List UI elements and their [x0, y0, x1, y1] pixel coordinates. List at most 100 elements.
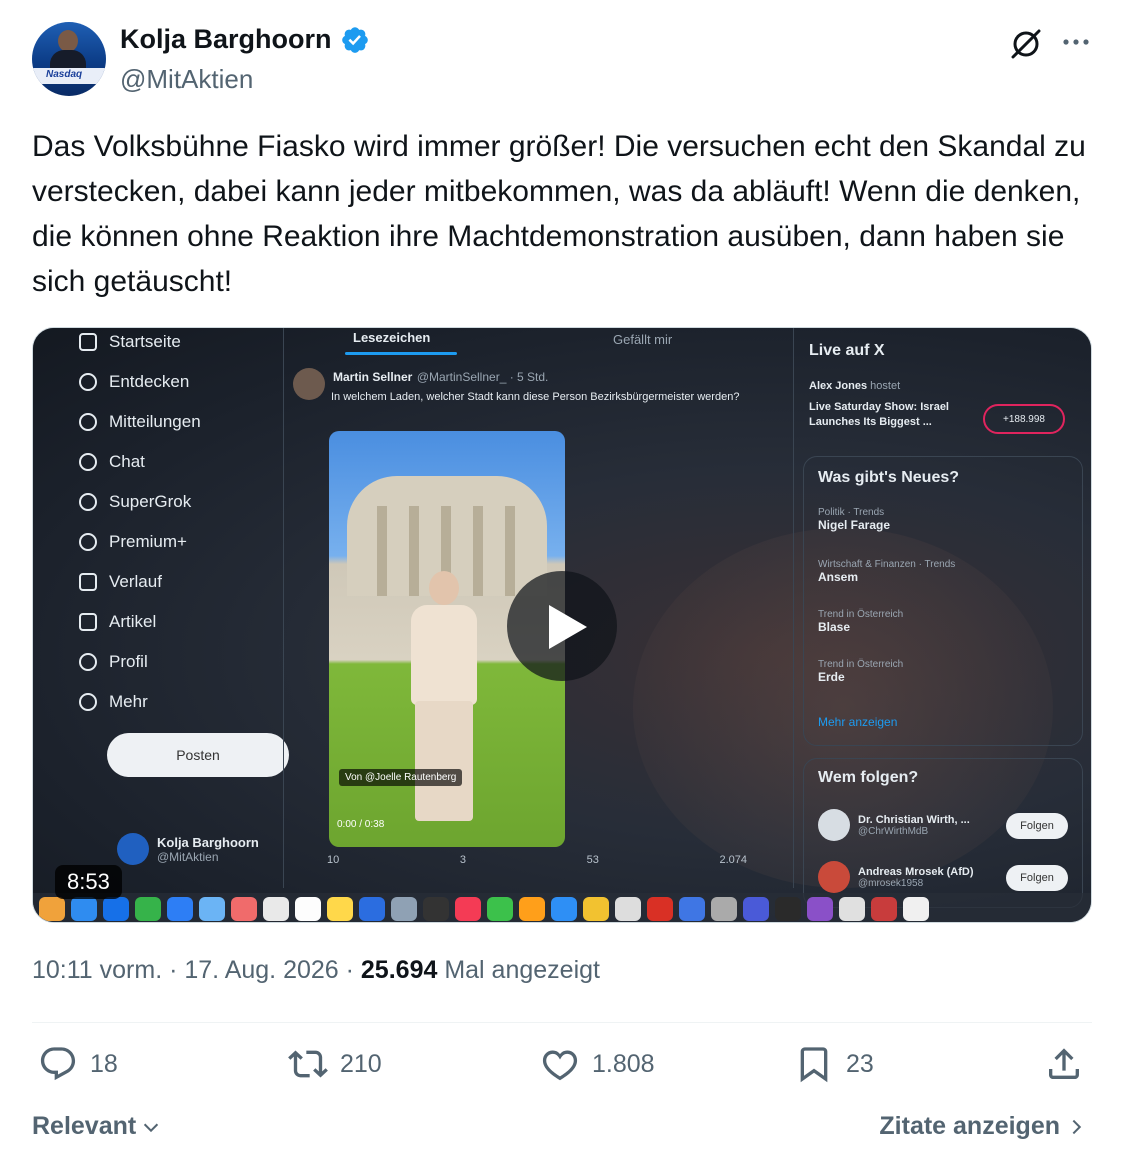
reply-count: 18	[90, 1049, 118, 1078]
bookmark-button[interactable]: 23	[794, 1044, 874, 1084]
screen-nav-item: Artikel	[79, 612, 156, 632]
screen-nav-item: Mehr	[79, 692, 148, 712]
screen-profile-name: Kolja Barghoorn	[157, 834, 259, 850]
screen-trend: Trend in Österreich Blase	[818, 609, 904, 634]
tweet-meta: 10:11 vorm. · 17. Aug. 2026 · 25.694 Mal…	[32, 956, 600, 984]
repost-count: 210	[340, 1049, 382, 1078]
screen-follow-item: Andreas Mrosek (AfD) @mrosek1958	[818, 861, 974, 893]
repost-icon	[288, 1050, 328, 1078]
bookmark-icon	[79, 573, 97, 591]
avatar[interactable]: Nasdaq	[32, 22, 106, 96]
reply-button[interactable]: 18	[38, 1044, 118, 1084]
screen-live-count: +188.998	[983, 404, 1065, 434]
screen-news-card: Was gibt's Neues? Politik · Trends Nigel …	[803, 456, 1083, 746]
search-icon	[79, 373, 97, 391]
screen-profile: Kolja Barghoorn @MitAktien	[117, 833, 259, 865]
screen-dock	[33, 893, 1091, 922]
share-button[interactable]	[1044, 1044, 1084, 1084]
play-icon	[549, 605, 587, 649]
bookmark-icon	[800, 1047, 828, 1083]
more-options-icon[interactable]	[1060, 32, 1092, 52]
view-quotes-link[interactable]: Zitate anzeigen	[879, 1112, 1086, 1141]
screen-nav-item: Premium+	[79, 532, 187, 552]
screen-nav-item: Startseite	[79, 332, 181, 352]
divider	[32, 1022, 1092, 1023]
screen-like-count: 53	[586, 854, 599, 866]
screen-avatar	[117, 833, 149, 865]
video-player[interactable]: Startseite Entdecken Mitteilungen Chat S…	[32, 327, 1092, 923]
screen-tweet-text: In welchem Laden, welcher Stadt kann die…	[331, 391, 740, 403]
replies-footer: Relevant Zitate anzeigen	[32, 1108, 1092, 1148]
chevron-right-icon	[1072, 1119, 1082, 1134]
screen-nav-item: Mitteilungen	[79, 412, 201, 432]
bell-icon	[79, 413, 97, 431]
screen-nav-item: Profil	[79, 652, 148, 672]
screen-reply-count: 10	[327, 854, 340, 866]
screen-follow-button: Folgen	[1006, 865, 1068, 891]
bookmark-count: 23	[846, 1049, 874, 1078]
share-icon	[1049, 1048, 1079, 1079]
grok-icon[interactable]	[1008, 26, 1044, 62]
video-duration: 8:53	[55, 865, 122, 899]
tweet-date[interactable]: 17. Aug. 2026	[184, 956, 338, 984]
profile-icon	[79, 653, 97, 671]
screen-follow-button: Folgen	[1006, 813, 1068, 839]
screen-video-credit: Von @Joelle Rautenberg	[339, 769, 463, 786]
tweet-actions: 18 210 1.808 23	[32, 1044, 1092, 1092]
play-button[interactable]	[507, 571, 617, 681]
avatar-logo-text: Nasdaq	[46, 69, 83, 80]
screen-tweet-author: Martin Sellner	[333, 370, 413, 384]
screen-tab-bookmarks: Lesezeichen	[353, 330, 431, 345]
screen-tweet-actions: 10 3 53 2.074	[327, 854, 747, 866]
sort-dropdown[interactable]: Relevant	[32, 1112, 162, 1141]
screen-tweet-handle: @MartinSellner_ · 5 Std.	[416, 370, 549, 384]
screen-follow-item: Dr. Christian Wirth, ... @ChrWirthMdB	[818, 809, 970, 841]
screen-follow-card: Wem folgen? Dr. Christian Wirth, ... @Chr…	[803, 758, 1083, 908]
screen-sidebar: Startseite Entdecken Mitteilungen Chat S…	[73, 328, 289, 888]
tweet-text: Das Volksbühne Fiasko wird immer größer!…	[32, 130, 1095, 298]
screen-view-count: 2.074	[719, 854, 747, 866]
screen-trend: Trend in Österreich Erde	[818, 659, 904, 684]
quotes-label: Zitate anzeigen	[879, 1112, 1060, 1140]
repost-button[interactable]: 210	[288, 1044, 382, 1084]
chat-icon	[79, 453, 97, 471]
screen-live-title: Live auf X	[809, 342, 885, 359]
screen-live-show: Live Saturday Show: Israel Launches Its …	[809, 401, 949, 428]
screen-news-title: Was gibt's Neues?	[818, 469, 960, 486]
author-name[interactable]: Kolja Barghoorn	[120, 24, 332, 55]
more-icon	[79, 693, 97, 711]
premium-icon	[79, 533, 97, 551]
screen-post-button: Posten	[107, 733, 289, 777]
screen-follow-title: Wem folgen?	[818, 769, 919, 786]
screen-live-host: Alex Jones hostet	[809, 380, 901, 392]
screen-nav-item: SuperGrok	[79, 492, 191, 512]
chevron-down-icon	[144, 1123, 159, 1132]
home-icon	[79, 333, 97, 351]
author-name-line: Kolja Barghoorn	[120, 24, 370, 55]
screen-profile-handle: @MitAktien	[157, 849, 219, 864]
article-icon	[79, 613, 97, 631]
screen-right-column: Live auf X Alex Jones hostet Live Saturd…	[803, 328, 1091, 908]
screen-video-time: 0:00 / 0:38	[337, 819, 385, 830]
screen-trend: Wirtschaft & Finanzen · Trends Ansem	[818, 559, 956, 584]
like-count: 1.808	[592, 1049, 655, 1078]
author-handle[interactable]: @MitAktien	[120, 64, 253, 95]
tweet-time[interactable]: 10:11 vorm.	[32, 956, 162, 984]
screen-repost-count: 3	[459, 854, 466, 866]
verified-badge-icon	[341, 26, 368, 53]
screen-trend: Politik · Trends Nigel Farage	[818, 507, 891, 532]
tweet-header: Nasdaq Kolja Barghoorn @MitAktien	[32, 22, 1092, 100]
screen-nav-item: Chat	[79, 452, 145, 472]
view-count-label: Mal angezeigt	[444, 956, 600, 984]
grok-icon	[79, 493, 97, 511]
reply-icon	[40, 1047, 76, 1081]
like-button[interactable]: 1.808	[540, 1044, 655, 1084]
screen-nav-item: Entdecken	[79, 372, 189, 392]
screen-more-link: Mehr anzeigen	[818, 715, 898, 729]
view-count: 25.694	[360, 956, 438, 984]
screen-tab-likes: Gefällt mir	[613, 332, 673, 347]
screen-tweet-avatar	[293, 368, 325, 400]
sort-label: Relevant	[32, 1112, 137, 1140]
heart-icon	[542, 1050, 578, 1081]
screen-nav-item: Verlauf	[79, 572, 162, 592]
